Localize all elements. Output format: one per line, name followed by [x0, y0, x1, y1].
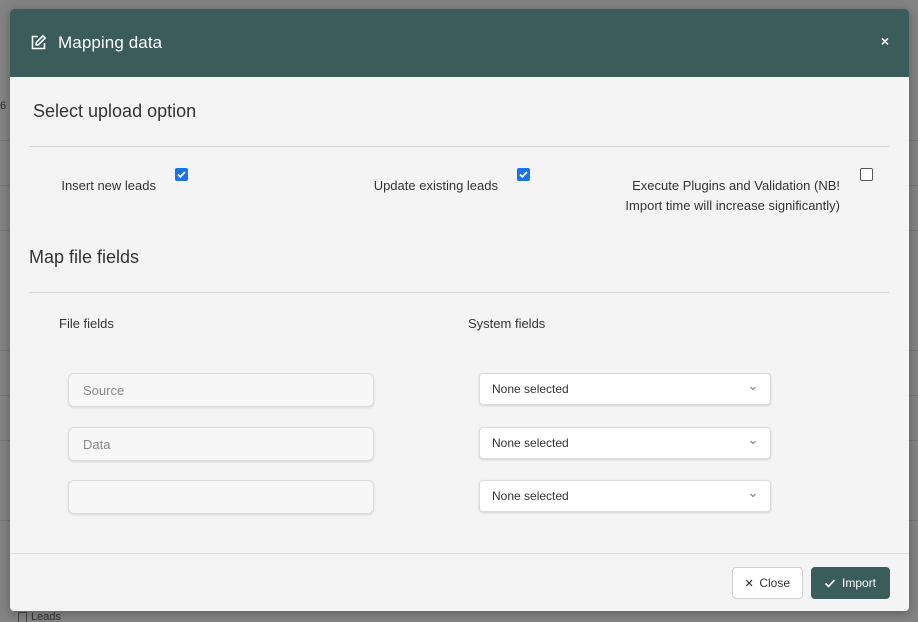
system-field-value: None selected — [492, 489, 569, 503]
modal-header: Mapping data × — [10, 9, 909, 77]
file-field-input[interactable] — [68, 480, 374, 514]
check-icon — [519, 171, 528, 179]
system-field-value: None selected — [492, 436, 569, 450]
execute-plugins-checkbox[interactable] — [860, 168, 873, 181]
document-icon — [18, 611, 27, 622]
close-button-label: Close — [759, 576, 790, 590]
file-fields-header: File fields — [59, 316, 114, 331]
close-button[interactable]: Close — [732, 567, 803, 599]
map-fields-title: Map file fields — [29, 247, 140, 267]
chevron-down-icon — [750, 440, 756, 445]
chevron-down-icon — [750, 386, 756, 391]
insert-new-leads-checkbox[interactable] — [175, 168, 188, 181]
upload-option-title: Select upload option — [33, 101, 197, 121]
update-existing-leads-checkbox[interactable] — [517, 168, 530, 181]
check-icon — [177, 171, 186, 179]
map-fields-divider — [29, 292, 889, 293]
file-field-input[interactable] — [68, 427, 374, 461]
import-button[interactable]: Import — [811, 567, 890, 599]
file-field-input[interactable] — [68, 373, 374, 407]
background-nav-leads: Leads — [18, 611, 61, 622]
mapping-data-modal: Mapping data × Select upload option Inse… — [10, 9, 909, 611]
execute-plugins-label: Execute Plugins and Validation (NB! Impo… — [590, 176, 840, 216]
close-icon — [745, 579, 753, 587]
chevron-down-icon — [750, 493, 756, 498]
update-existing-leads-label: Update existing leads — [373, 178, 498, 193]
execute-plugins-label-line1: Execute Plugins and Validation (NB! — [632, 178, 840, 193]
footer-divider — [10, 553, 909, 554]
upload-option-divider — [29, 146, 889, 147]
modal-title: Mapping data — [58, 33, 163, 52]
system-field-value: None selected — [492, 382, 569, 396]
import-button-label: Import — [842, 576, 877, 590]
system-field-select[interactable]: None selected — [479, 373, 771, 405]
edit-icon — [30, 34, 48, 52]
check-icon — [824, 579, 836, 588]
background-nav-label: Leads — [31, 611, 61, 622]
system-fields-header: System fields — [468, 316, 546, 331]
system-field-select[interactable]: None selected — [479, 427, 771, 459]
close-icon[interactable]: × — [881, 34, 889, 48]
system-field-select[interactable]: None selected — [479, 480, 771, 512]
execute-plugins-label-line2: Import time will increase significantly) — [625, 198, 840, 213]
insert-new-leads-label: Insert new leads — [61, 178, 156, 193]
